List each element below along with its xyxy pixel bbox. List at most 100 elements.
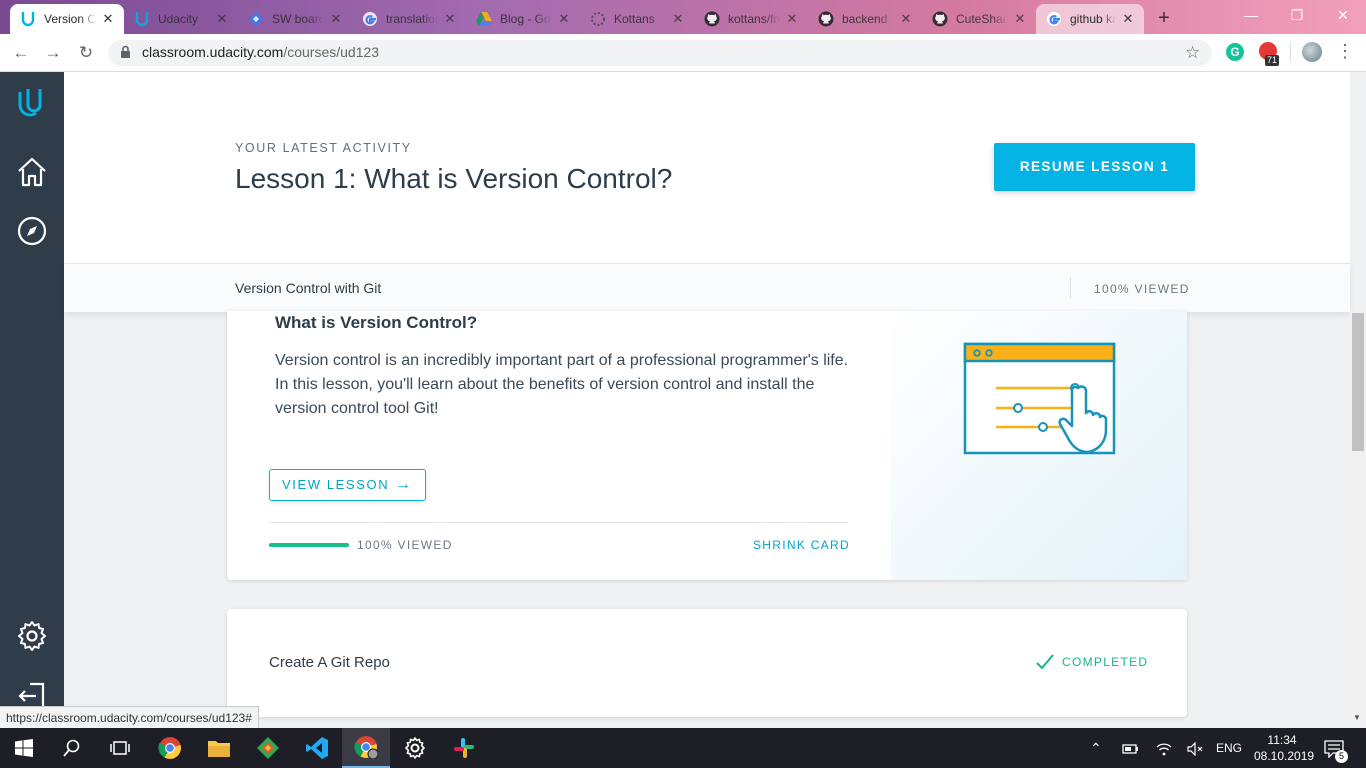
lesson-card-description: Version control is an incredibly importa… bbox=[275, 352, 849, 417]
tab-cuteshadow[interactable]: CuteShadow ✕ bbox=[922, 4, 1036, 34]
tray-overflow-icon[interactable]: ⌃ bbox=[1090, 728, 1102, 768]
input-language[interactable]: ENG bbox=[1216, 728, 1242, 768]
kottans-icon bbox=[590, 11, 606, 27]
lesson-card-title: What is Version Control? bbox=[275, 313, 478, 332]
github-icon bbox=[818, 11, 834, 27]
classroom-sidebar bbox=[0, 72, 64, 728]
jira-icon bbox=[248, 11, 264, 27]
bookmark-star-icon[interactable]: ☆ bbox=[1185, 43, 1200, 63]
tab-github-search[interactable]: github ka ✕ bbox=[1036, 4, 1144, 34]
grammarly-icon[interactable]: G bbox=[1226, 43, 1244, 61]
udacity-icon bbox=[134, 11, 150, 27]
resume-lesson-button[interactable]: RESUME LESSON 1 bbox=[994, 143, 1195, 191]
tab-label: CuteShadow bbox=[956, 12, 1008, 26]
tab-udacity[interactable]: Udacity ✕ bbox=[124, 4, 238, 34]
windows-logo-icon bbox=[15, 739, 33, 757]
tab-blog-drive[interactable]: Blog - Google Drive ✕ bbox=[466, 4, 580, 34]
tab-label: Kottans bbox=[614, 12, 655, 26]
close-icon[interactable]: ✕ bbox=[556, 11, 572, 27]
taskbar-git-app[interactable] bbox=[244, 728, 292, 768]
tab-label: Udacity bbox=[158, 12, 199, 26]
collapsed-lesson-title[interactable]: Create A Git Repo bbox=[269, 654, 390, 671]
new-tab-button[interactable]: + bbox=[1152, 7, 1176, 31]
taskbar-settings[interactable] bbox=[391, 728, 439, 768]
clock-time: 11:34 bbox=[1267, 733, 1297, 747]
chrome-icon bbox=[158, 737, 181, 759]
menu-kebab-icon[interactable]: ⋮ bbox=[1336, 40, 1354, 62]
back-button[interactable]: ← bbox=[8, 40, 34, 66]
vscode-icon bbox=[306, 737, 328, 759]
google-icon bbox=[362, 11, 378, 27]
tab-kottans-frontend[interactable]: kottans/frontend ✕ bbox=[694, 4, 808, 34]
lock-icon bbox=[120, 45, 131, 64]
folder-icon bbox=[208, 741, 230, 757]
taskbar-clock[interactable]: 11:34 08.10.2019 bbox=[1254, 732, 1314, 764]
close-icon[interactable]: ✕ bbox=[784, 11, 800, 27]
restore-button[interactable]: ❐ bbox=[1274, 0, 1320, 32]
task-view-button[interactable] bbox=[96, 728, 144, 768]
volume-muted-icon[interactable] bbox=[1187, 728, 1203, 768]
taskbar-chrome[interactable] bbox=[146, 728, 194, 768]
close-icon[interactable]: ✕ bbox=[100, 11, 116, 27]
close-icon[interactable]: ✕ bbox=[670, 11, 686, 27]
profile-avatar[interactable] bbox=[1302, 42, 1322, 62]
notification-count: 5 bbox=[1335, 750, 1348, 763]
reload-button[interactable]: ↻ bbox=[73, 40, 99, 66]
search-button[interactable] bbox=[48, 728, 96, 768]
battery-icon[interactable] bbox=[1122, 728, 1140, 768]
close-icon[interactable]: ✕ bbox=[1120, 11, 1136, 27]
scroll-down-arrow[interactable]: ▼ bbox=[1353, 713, 1361, 722]
tab-translation[interactable]: translation ✕ bbox=[352, 4, 466, 34]
arrow-right-icon: → bbox=[395, 476, 411, 493]
gear-icon[interactable] bbox=[16, 620, 48, 652]
close-icon[interactable]: ✕ bbox=[442, 11, 458, 27]
github-icon bbox=[932, 11, 948, 27]
view-lesson-button[interactable]: VIEW LESSON → bbox=[269, 469, 426, 501]
lesson-progress-fill bbox=[269, 543, 349, 547]
tab-version-control[interactable]: Version Control with Git ✕ bbox=[10, 4, 124, 34]
taskbar-file-explorer[interactable] bbox=[195, 728, 243, 768]
compass-icon[interactable] bbox=[16, 215, 48, 247]
close-icon[interactable]: ✕ bbox=[328, 11, 344, 27]
url-text[interactable]: classroom.udacity.com/courses/ud123 bbox=[142, 44, 379, 60]
view-lesson-label: VIEW LESSON bbox=[282, 477, 390, 492]
close-window-button[interactable]: ✕ bbox=[1320, 0, 1366, 32]
close-icon[interactable]: ✕ bbox=[214, 11, 230, 27]
taskbar-vscode[interactable] bbox=[293, 728, 341, 768]
taskbar-chrome-active[interactable] bbox=[342, 728, 390, 768]
tab-label: Blog - Google Drive bbox=[500, 12, 552, 26]
lesson-progress-bar bbox=[269, 543, 349, 547]
wifi-icon[interactable] bbox=[1156, 728, 1172, 768]
tab-label: SW board bbox=[272, 12, 324, 26]
browser-slider-illustration bbox=[963, 342, 1116, 455]
tab-label: Version Control with Git bbox=[44, 12, 96, 26]
udacity-logo-icon[interactable] bbox=[16, 86, 48, 118]
tab-backend[interactable]: backend ✕ bbox=[808, 4, 922, 34]
settings-gear-icon bbox=[405, 737, 425, 759]
close-icon[interactable]: ✕ bbox=[898, 11, 914, 27]
drive-icon bbox=[476, 11, 492, 27]
tab-label: kottans/frontend bbox=[728, 12, 780, 26]
link-status-bubble: https://classroom.udacity.com/courses/ud… bbox=[0, 706, 259, 730]
lesson-card-divider bbox=[269, 522, 848, 523]
shrink-card-button[interactable]: SHRINK CARD bbox=[753, 538, 850, 552]
course-name[interactable]: Version Control with Git bbox=[235, 280, 381, 296]
windows-start-button[interactable] bbox=[0, 728, 48, 768]
google-icon bbox=[1046, 11, 1062, 27]
url-host: classroom.udacity.com bbox=[142, 44, 284, 60]
taskbar-slack[interactable] bbox=[440, 728, 488, 768]
lesson-completed-status: COMPLETED bbox=[1036, 654, 1148, 670]
tab-sw-board[interactable]: SW board ✕ bbox=[238, 4, 352, 34]
minimize-button[interactable]: — bbox=[1228, 0, 1274, 32]
close-icon[interactable]: ✕ bbox=[1012, 11, 1028, 27]
forward-button[interactable]: → bbox=[40, 40, 66, 66]
course-viewed-status: 100% VIEWED bbox=[1094, 282, 1190, 296]
tab-kottans[interactable]: Kottans ✕ bbox=[580, 4, 694, 34]
toolbar-divider bbox=[1290, 42, 1291, 62]
home-icon[interactable] bbox=[16, 156, 48, 188]
udacity-icon bbox=[20, 11, 36, 27]
chrome-profile-icon bbox=[354, 736, 378, 759]
extension-badge: 71 bbox=[1265, 55, 1280, 66]
task-view-icon bbox=[110, 741, 130, 755]
scrollbar-thumb[interactable] bbox=[1352, 313, 1364, 451]
